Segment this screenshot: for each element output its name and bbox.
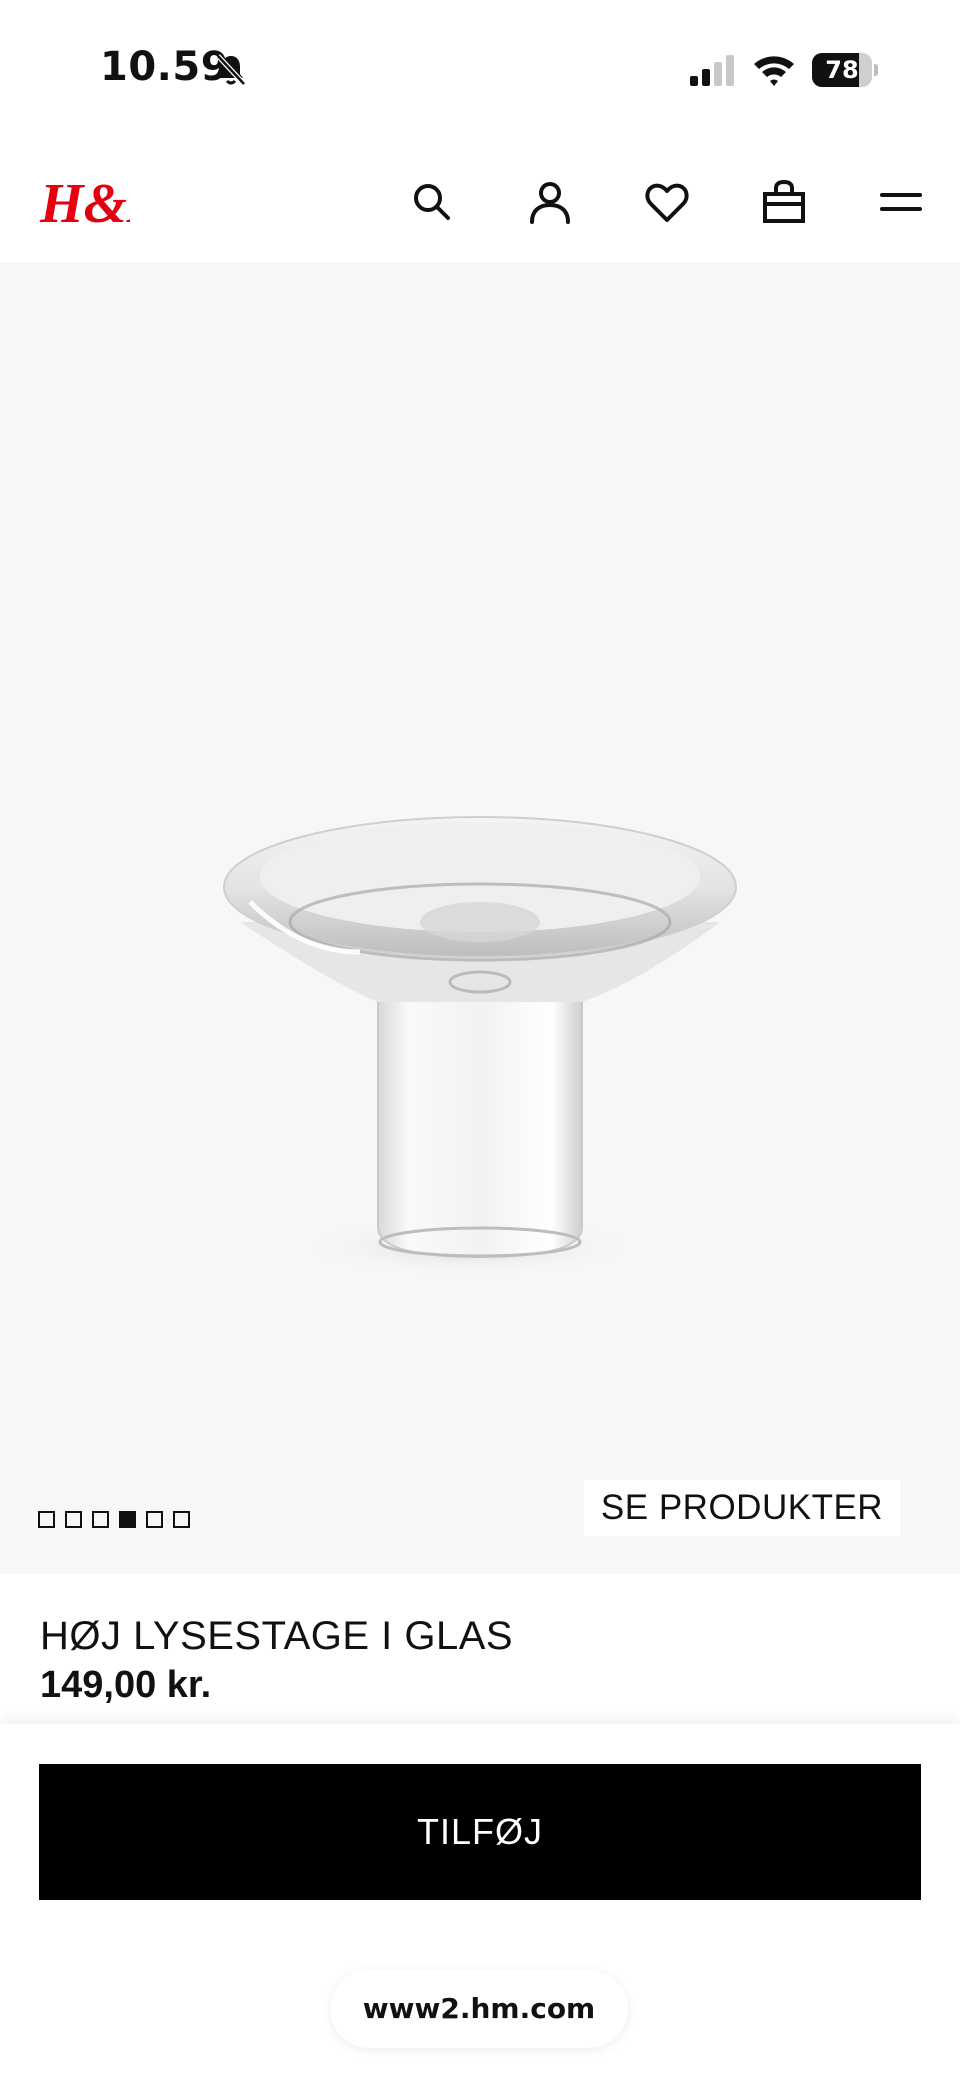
bag-icon[interactable]: [760, 178, 808, 226]
bell-muted-icon: [216, 54, 246, 86]
product-name: HØJ LYSESTAGE I GLAS: [40, 1614, 514, 1658]
browser-url-bar[interactable]: www2.hm.com: [330, 1970, 628, 2048]
battery-level-text: 78: [825, 56, 859, 84]
search-icon[interactable]: [408, 178, 456, 226]
signal-icon: [690, 55, 734, 86]
gallery-dot[interactable]: [173, 1511, 190, 1528]
svg-text:H&M: H&M: [39, 173, 130, 234]
gallery-dot[interactable]: [38, 1511, 55, 1528]
gallery-dot[interactable]: [65, 1511, 82, 1528]
heart-icon[interactable]: [643, 178, 691, 226]
add-to-bag-button[interactable]: TILFØJ: [39, 1764, 921, 1900]
gallery-dot[interactable]: [146, 1511, 163, 1528]
product-image: [223, 816, 737, 1277]
product-gallery[interactable]: SE PRODUKTER: [0, 262, 960, 1574]
status-time: 10.59: [100, 44, 230, 90]
gallery-pagination: [38, 1508, 190, 1532]
status-bar: 10.59 78: [0, 0, 960, 140]
wifi-icon: [754, 56, 794, 86]
battery-icon: 78: [812, 53, 878, 87]
site-header: H&M: [0, 150, 960, 262]
see-products-button[interactable]: SE PRODUKTER: [584, 1480, 900, 1536]
gallery-dot[interactable]: [119, 1511, 136, 1528]
gallery-dot[interactable]: [92, 1511, 109, 1528]
menu-icon[interactable]: [878, 178, 924, 226]
hm-logo[interactable]: H&M: [38, 170, 130, 234]
bottom-sheet: TILFØJ www2.hm.com: [0, 1724, 960, 2081]
account-icon[interactable]: [526, 178, 574, 226]
product-price: 149,00 kr.: [40, 1664, 212, 1706]
